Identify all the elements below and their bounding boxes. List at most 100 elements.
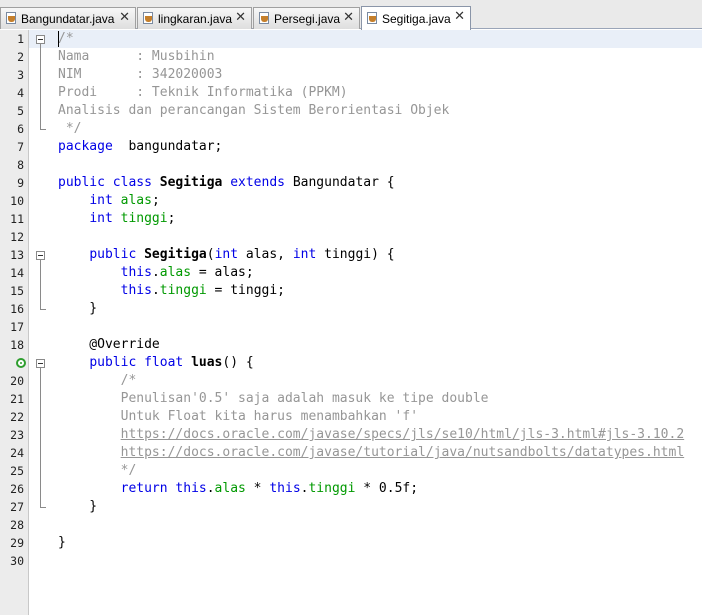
code-token: = alas; — [191, 265, 254, 280]
code-token: alas — [214, 481, 246, 496]
line-number: 23 — [10, 428, 24, 442]
tab-label: Persegi.java — [274, 11, 341, 26]
code-token: alas — [120, 193, 152, 208]
code-line: Nama : Musbihin — [58, 48, 215, 66]
line-number: 27 — [10, 500, 24, 514]
code-token: public — [89, 247, 137, 262]
code-line: } — [58, 498, 97, 516]
code-token: this — [120, 265, 152, 280]
code-line: public class Segitiga extends Bangundata… — [58, 174, 395, 192]
code-line: public Segitiga(int alas, int tinggi) { — [58, 246, 394, 264]
tab-segitiga[interactable]: Segitiga.java ✕ — [361, 6, 471, 30]
code-token: Segitiga — [159, 175, 223, 190]
code-token: . — [151, 283, 160, 298]
code-line: https://docs.oracle.com/javase/specs/jls… — [58, 426, 685, 444]
tab-label: Bangundatar.java — [21, 11, 115, 26]
line-number: 3 — [17, 68, 24, 82]
code-token: } — [58, 535, 66, 550]
code-editor[interactable]: /* Nama : Musbihin NIM : 342020003 Prodi : … — [29, 30, 702, 615]
java-file-icon — [142, 12, 155, 25]
code-token: Segitiga — [144, 247, 207, 262]
tab-persegi[interactable]: Persegi.java ✕ — [253, 7, 360, 29]
code-token: int — [89, 211, 113, 226]
code-token: Penulisan'0.5' saja adalah masuk ke tipe… — [120, 391, 489, 406]
url-link[interactable]: https://docs.oracle.com/javase/specs/jls… — [121, 427, 685, 442]
code-token: = tinggi; — [206, 283, 286, 298]
tab-bangundatar[interactable]: Bangundatar.java ✕ — [0, 7, 136, 29]
code-line: return this.alas * this.tinggi * 0.5f; — [58, 480, 418, 498]
code-token: tinggi — [159, 283, 207, 298]
code-token: NIM : 342020003 — [58, 67, 223, 82]
code-token: } — [58, 301, 98, 316]
line-number: 17 — [10, 320, 24, 334]
line-number: 30 — [10, 554, 24, 568]
java-file-icon — [366, 12, 379, 25]
code-token: /* — [120, 373, 137, 388]
code-line: int alas; — [58, 192, 160, 210]
close-icon[interactable]: ✕ — [119, 10, 130, 25]
line-number: 8 — [17, 158, 24, 172]
java-file-icon — [258, 12, 271, 25]
code-token: tinggi — [120, 211, 168, 226]
tab-label: Segitiga.java — [382, 11, 451, 26]
line-number: 20 — [10, 374, 24, 388]
code-line: @Override — [58, 336, 160, 354]
java-file-icon — [5, 12, 18, 25]
code-line: package bangundatar; — [58, 138, 222, 156]
line-number: 24 — [10, 446, 24, 460]
code-token: tinggi — [308, 481, 356, 496]
code-token: @Override — [58, 337, 160, 352]
code-line: Untuk Float kita harus menambahkan 'f' — [58, 408, 418, 426]
code-token: /* — [58, 31, 74, 46]
code-token: * — [245, 481, 270, 496]
code-token: . — [151, 265, 160, 280]
code-token: ( — [206, 247, 215, 262]
editor-tab-bar: Bangundatar.java ✕ lingkaran.java ✕ Pers… — [0, 0, 702, 30]
line-number: 18 — [10, 338, 24, 352]
code-token: ; — [167, 211, 176, 226]
line-number: 1 — [17, 32, 24, 46]
tab-label: lingkaran.java — [158, 11, 233, 26]
code-line: int tinggi; — [58, 210, 175, 228]
close-icon[interactable]: ✕ — [343, 10, 354, 25]
line-number: 11 — [10, 212, 24, 226]
code-line: this.alas = alas; — [58, 264, 254, 282]
text-caret — [58, 31, 59, 47]
code-token: int — [292, 247, 317, 262]
code-token: extends — [230, 175, 285, 190]
code-line: https://docs.oracle.com/javase/tutorial/… — [58, 444, 685, 462]
line-number: 26 — [10, 482, 24, 496]
tab-lingkaran[interactable]: lingkaran.java ✕ — [137, 7, 252, 29]
code-token: ; — [151, 193, 160, 208]
line-number: 29 — [10, 536, 24, 550]
code-token: package — [58, 139, 113, 154]
code-token: . — [206, 481, 215, 496]
code-token: */ — [58, 121, 82, 136]
line-number: 28 — [10, 518, 24, 532]
line-number: 6 — [17, 122, 24, 136]
code-line: this.tinggi = tinggi; — [58, 282, 285, 300]
url-link[interactable]: https://docs.oracle.com/javase/tutorial/… — [121, 445, 685, 460]
code-token: Prodi : Teknik Informatika (PPKM) — [58, 85, 348, 100]
code-line: public float luas() { — [58, 354, 253, 372]
code-token: Untuk Float kita harus menambahkan 'f' — [120, 409, 419, 424]
line-number: 7 — [17, 140, 24, 154]
close-icon[interactable]: ✕ — [454, 9, 465, 24]
close-icon[interactable]: ✕ — [235, 10, 246, 25]
line-number: 15 — [10, 284, 24, 298]
code-line: /* — [58, 372, 137, 390]
line-number: 16 — [10, 302, 24, 316]
